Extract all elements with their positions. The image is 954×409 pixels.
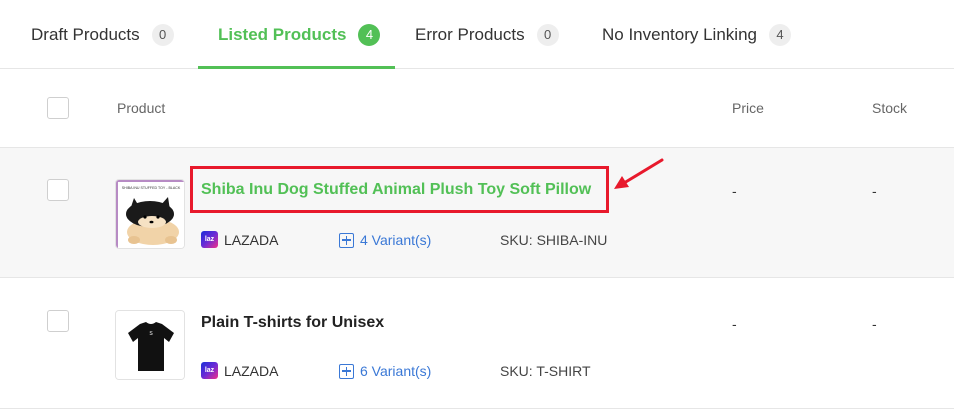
product-price: -: [732, 316, 737, 332]
tab-error-products[interactable]: Error Products 0: [415, 0, 559, 69]
annotation-highlight-box: [190, 166, 609, 213]
black-tshirt-icon: S: [116, 311, 184, 379]
variants-link[interactable]: 4 Variant(s): [339, 232, 431, 248]
platform-label: laz LAZADA: [201, 231, 278, 248]
annotation-arrow-icon: [614, 158, 664, 189]
variants-count: 4 Variant(s): [360, 232, 432, 248]
product-stock: -: [872, 316, 877, 332]
table-row: S Plain T-shirts for Unisex laz LAZADA 6…: [0, 279, 954, 409]
column-header-price: Price: [732, 100, 764, 116]
thumbnail-caption: SHIBA INU STUFFED TOY - BLACK: [122, 186, 181, 190]
table-header: Product Price Stock: [0, 70, 954, 148]
platform-name: LAZADA: [224, 231, 279, 248]
column-header-product: Product: [117, 100, 166, 116]
tab-draft-products[interactable]: Draft Products 0: [31, 0, 174, 69]
tab-no-inventory-linking[interactable]: No Inventory Linking 4: [602, 0, 791, 69]
lazada-icon: laz: [201, 362, 218, 379]
tab-label: Draft Products: [31, 24, 140, 44]
product-tabs: Draft Products 0 Listed Products 4 Error…: [0, 0, 954, 69]
active-tab-underline: [198, 66, 395, 69]
variants-count: 6 Variant(s): [360, 363, 432, 379]
product-sku: SKU: T-SHIRT: [500, 363, 591, 379]
tab-label: No Inventory Linking: [602, 24, 757, 44]
row-checkbox[interactable]: [47, 179, 69, 201]
tab-count-badge: 0: [536, 23, 559, 46]
product-stock: -: [872, 183, 877, 199]
tab-count-badge: 0: [151, 23, 174, 46]
product-title-link[interactable]: Plain T-shirts for Unisex: [201, 314, 384, 332]
platform-label: laz LAZADA: [201, 362, 278, 379]
column-header-stock: Stock: [872, 100, 908, 116]
product-sku: SKU: SHIBA-INU: [500, 232, 608, 248]
row-checkbox[interactable]: [47, 310, 69, 332]
tab-count-badge: 4: [768, 23, 791, 46]
platform-name: LAZADA: [224, 362, 279, 379]
plus-square-icon: [339, 232, 354, 248]
tab-count-badge: 4: [358, 23, 381, 46]
product-thumbnail: S: [115, 310, 185, 380]
tab-label: Listed Products: [218, 24, 347, 44]
shiba-plush-icon: SHIBA INU STUFFED TOY - BLACK: [116, 180, 184, 248]
product-price: -: [732, 183, 737, 199]
table-row: SHIBA INU STUFFED TOY - BLACK Shiba Inu …: [0, 148, 954, 278]
plus-square-icon: [339, 363, 354, 379]
select-all-checkbox[interactable]: [47, 97, 69, 119]
tab-label: Error Products: [415, 24, 525, 44]
variants-link[interactable]: 6 Variant(s): [339, 363, 431, 379]
product-thumbnail: SHIBA INU STUFFED TOY - BLACK: [115, 179, 185, 249]
tab-listed-products[interactable]: Listed Products 4: [218, 0, 381, 69]
lazada-icon: laz: [201, 231, 218, 248]
